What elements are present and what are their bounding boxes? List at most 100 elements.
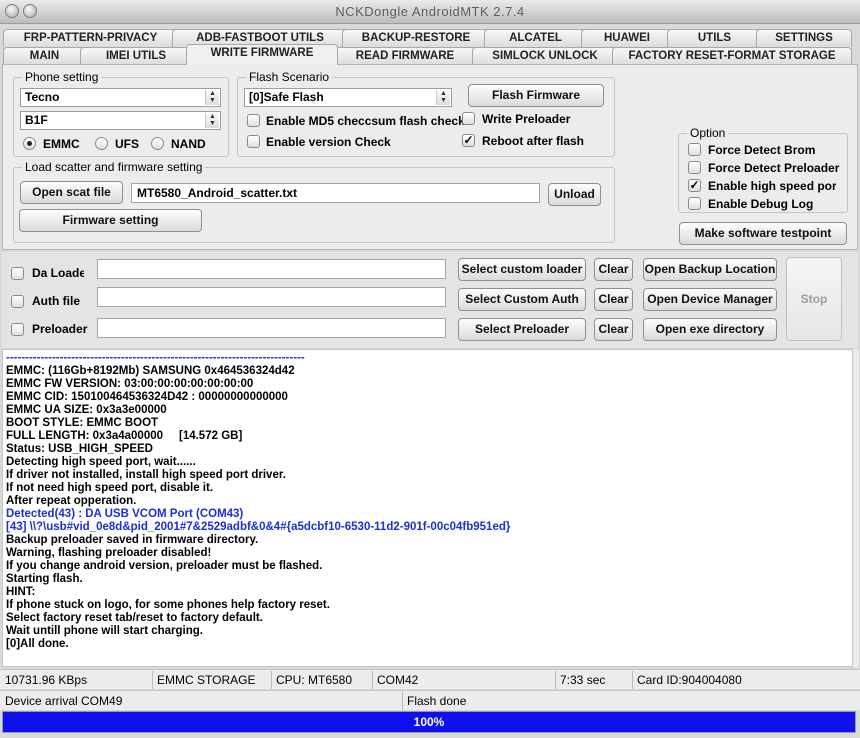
log-line: [0]All done. [6, 638, 69, 650]
log-line: Starting flash. [6, 573, 83, 585]
model-select[interactable]: B1F ▲ ▼ [20, 111, 221, 130]
flash-scenario-label: Flash Scenario [246, 70, 333, 84]
status-bar: 10731.96 KBps EMMC STORAGE CPU: MT6580 C… [0, 669, 860, 689]
port-status: COM42 [374, 671, 556, 689]
da-loader-label: Da Loader [32, 266, 84, 280]
tab-utils[interactable]: UTILS [667, 29, 762, 47]
auth-file-field[interactable] [97, 287, 446, 307]
version-check-label: Enable version Check [266, 135, 391, 149]
tab-huawei[interactable]: HUAWEI [581, 29, 673, 47]
force-preloader-label: Force Detect Preloader [708, 161, 840, 175]
device-arrival-status: Device arrival COM49 [2, 692, 403, 710]
da-loader-checkbox[interactable] [11, 267, 24, 280]
version-check-checkbox[interactable] [247, 135, 260, 148]
tab-factory-reset[interactable]: FACTORY RESET-FORMAT STORAGE [612, 47, 852, 65]
select-custom-auth-button[interactable]: Select Custom Auth [458, 288, 586, 311]
brand-value: Tecno [25, 90, 60, 104]
scatter-file-field[interactable]: MT6580_Android_scatter.txt [131, 183, 540, 203]
write-firmware-panel: Phone setting Tecno ▲ ▼ B1F ▲ ▼ EMMC UFS N… [2, 64, 858, 250]
radio-nand-label: NAND [171, 137, 206, 151]
debug-log-checkbox[interactable] [688, 197, 701, 210]
preloader-field[interactable] [97, 318, 446, 338]
high-speed-port-label: Enable high speed port [708, 179, 836, 193]
flash-scenario-select[interactable]: [0]Safe Flash ▲ ▼ [244, 88, 452, 107]
log-scrollbar[interactable] [853, 349, 859, 667]
log-line: Detected(43) : DA USB VCOM Port (COM43) [6, 508, 244, 520]
clear-da-button[interactable]: Clear [594, 258, 633, 281]
clear-auth-button[interactable]: Clear [594, 288, 633, 311]
storage-status: EMMC STORAGE [154, 671, 272, 689]
md5-check-label: Enable MD5 checcsum flash check [266, 114, 465, 128]
auth-file-checkbox[interactable] [11, 295, 24, 308]
scatter-group-label: Load scatter and firmware setting [22, 160, 206, 174]
high-speed-port-checkbox[interactable]: ✓ [688, 179, 701, 192]
log-line: If you change android version, preloader… [6, 560, 323, 572]
make-testpoint-button[interactable]: Make software testpoint [679, 222, 847, 245]
open-backup-location-button[interactable]: Open Backup Location [643, 258, 777, 281]
select-custom-loader-button[interactable]: Select custom loader [458, 258, 586, 281]
loader-section: Da Loader Select custom loader Clear Ope… [2, 252, 858, 348]
log-line: If not need high speed port, disable it. [6, 482, 214, 494]
flash-progress-bar: 100% [2, 711, 856, 733]
flash-scenario-value: [0]Safe Flash [249, 90, 324, 104]
log-line: EMMC UA SIZE: 0x3a3e00000 [6, 404, 167, 416]
preloader-label: Preloader [32, 322, 88, 336]
md5-check-checkbox[interactable] [247, 114, 260, 127]
write-preloader-label: Write Preloader [482, 112, 571, 126]
radio-nand[interactable] [151, 137, 164, 150]
tab-write-firmware[interactable]: WRITE FIRMWARE [186, 44, 338, 65]
option-label: Option [687, 126, 729, 140]
unload-button[interactable]: Unload [548, 183, 601, 206]
open-exe-directory-button[interactable]: Open exe directory [643, 318, 777, 341]
tab-frp-pattern-privacy[interactable]: FRP-PATTERN-PRIVACY [3, 29, 178, 47]
reboot-after-flash-checkbox[interactable]: ✓ [462, 134, 475, 147]
log-line: EMMC: (116Gb+8192Mb) SAMSUNG 0x464536324… [6, 365, 295, 377]
device-status-bar: Device arrival COM49 Flash done [0, 690, 860, 710]
flash-firmware-button[interactable]: Flash Firmware [468, 84, 604, 107]
preloader-checkbox[interactable] [11, 323, 24, 336]
force-brom-checkbox[interactable] [688, 143, 701, 156]
log-line: HINT: [6, 586, 36, 598]
radio-ufs-label: UFS [115, 137, 139, 151]
log-line: EMMC CID: 150100464536324D42 : 000000000… [6, 391, 288, 403]
speed-status: 10731.96 KBps [2, 671, 153, 689]
log-output: ----------------------------------------… [2, 349, 853, 667]
tab-backup-restore[interactable]: BACKUP-RESTORE [342, 29, 490, 47]
firmware-setting-button[interactable]: Firmware setting [19, 209, 202, 232]
brand-select[interactable]: Tecno ▲ ▼ [20, 88, 221, 107]
radio-ufs[interactable] [95, 137, 108, 150]
force-preloader-checkbox[interactable] [688, 161, 701, 174]
tab-main[interactable]: MAIN [3, 47, 86, 65]
force-brom-label: Force Detect Brom [708, 143, 816, 157]
radio-emmc-label: EMMC [43, 137, 80, 151]
tab-imei-utils[interactable]: IMEI UTILS [80, 47, 192, 65]
clear-preloader-button[interactable]: Clear [594, 318, 633, 341]
stop-button[interactable]: Stop [786, 257, 842, 341]
tab-simlock-unlock[interactable]: SIMLOCK UNLOCK [472, 47, 618, 65]
title-bar: NCKDongle AndroidMTK 2.7.4 [0, 0, 860, 24]
select-preloader-button[interactable]: Select Preloader [458, 318, 586, 341]
log-line: Status: USB_HIGH_SPEED [6, 443, 153, 455]
spin-arrows-icon: ▲ ▼ [436, 90, 450, 105]
log-line: [43] \\?\usb#vid_0e8d&pid_2001#7&2529adb… [6, 521, 511, 533]
log-line: Warning, flashing preloader disabled! [6, 547, 212, 559]
log-line: Backup preloader saved in firmware direc… [6, 534, 259, 546]
log-line: FULL LENGTH: 0x3a4a00000 [14.572 GB] [6, 430, 243, 442]
radio-emmc[interactable] [23, 137, 36, 150]
log-line: Detecting high speed port, wait...... [6, 456, 196, 468]
spin-arrows-icon: ▲ ▼ [205, 90, 219, 105]
open-device-manager-button[interactable]: Open Device Manager [643, 288, 777, 311]
tab-alcatel[interactable]: ALCATEL [484, 29, 587, 47]
cpu-status: CPU: MT6580 [273, 671, 373, 689]
tab-read-firmware[interactable]: READ FIRMWARE [332, 47, 478, 65]
write-preloader-checkbox[interactable] [462, 112, 475, 125]
model-value: B1F [25, 113, 48, 127]
open-scatter-button[interactable]: Open scat file [20, 181, 123, 204]
log-line: If driver not installed, install high sp… [6, 469, 286, 481]
log-line: ----------------------------------------… [6, 352, 305, 364]
da-loader-field[interactable] [97, 259, 446, 279]
reboot-after-flash-label: Reboot after flash [482, 134, 585, 148]
flash-message-status: Flash done [407, 694, 467, 708]
tab-settings[interactable]: SETTINGS [756, 29, 852, 47]
log-line: Select factory reset tab/reset to factor… [6, 612, 263, 624]
